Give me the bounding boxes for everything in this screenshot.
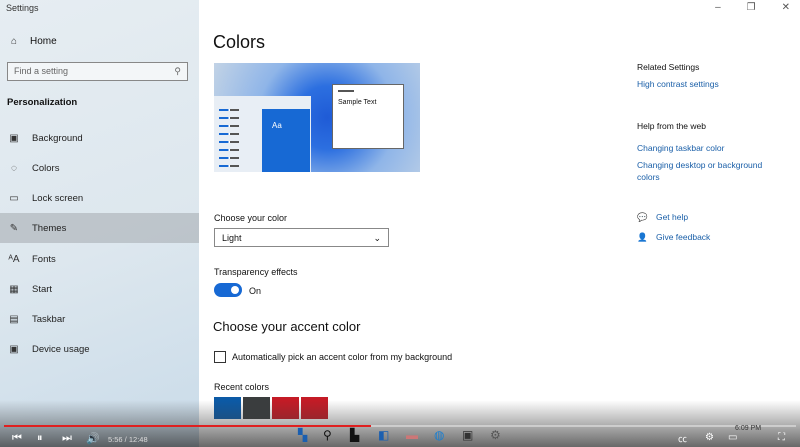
help-icon: 💬: [637, 212, 648, 222]
page-title: Colors: [213, 32, 266, 52]
get-help-link[interactable]: Get help: [656, 212, 688, 222]
high-contrast-link[interactable]: High contrast settings: [637, 79, 719, 89]
preview-tiles: Aa: [262, 109, 310, 172]
start-icon[interactable]: ▚: [298, 428, 307, 442]
sidebar-item-label: Colors: [32, 162, 60, 174]
next-icon[interactable]: ⏭: [62, 432, 72, 445]
task-view-icon[interactable]: ▙: [350, 428, 359, 442]
settings-icon[interactable]: ⚙: [490, 428, 501, 442]
home-label: Home: [30, 36, 57, 47]
search-taskbar-icon[interactable]: ⚲: [323, 428, 332, 442]
sidebar-item-label: Start: [32, 283, 53, 295]
image-icon: ▣: [9, 132, 19, 144]
volume-icon[interactable]: 🔊: [86, 432, 100, 445]
miniplayer-icon[interactable]: ▭: [728, 432, 737, 443]
store-icon[interactable]: ▣: [462, 428, 473, 442]
recent-colors-label: Recent colors: [214, 382, 270, 392]
home-nav[interactable]: ⌂ Home: [8, 36, 57, 47]
window-controls: – ❐ ✕: [715, 2, 790, 13]
help-link-taskbar[interactable]: Changing taskbar color: [637, 143, 724, 153]
get-help-row[interactable]: 💬 Get help: [637, 212, 688, 223]
auto-pick-checkbox[interactable]: [214, 351, 226, 363]
sidebar-item-label: Lock screen: [32, 192, 84, 204]
device-icon: ▣: [9, 343, 19, 355]
main-content: – ❐ ✕ Colors Aa Sample Text Choose your …: [199, 0, 800, 447]
video-progress-bar[interactable]: [4, 425, 796, 427]
sidebar-item-colors[interactable]: ◌ Colors: [0, 153, 199, 183]
home-icon: ⌂: [10, 36, 18, 47]
pause-icon[interactable]: ⏸: [37, 432, 43, 445]
transparency-label: Transparency effects: [214, 267, 298, 277]
toggle-state: On: [249, 286, 262, 296]
lock-screen-icon: ▭: [9, 192, 19, 204]
font-icon: ᴬA: [8, 253, 20, 265]
file-explorer-icon[interactable]: ▬: [406, 428, 418, 442]
sidebar-item-start[interactable]: ▦ Start: [0, 274, 199, 304]
palette-icon: ◌: [11, 162, 17, 174]
settings-gear-icon[interactable]: ⚙: [705, 432, 714, 443]
sidebar-item-label: Background: [32, 132, 83, 144]
restore-button[interactable]: ❐: [747, 2, 756, 13]
sidebar: Settings ⌂ Home Find a setting ⚲ Personali…: [0, 0, 199, 447]
start-icon: ▦: [9, 283, 19, 295]
feedback-icon: 👤: [637, 232, 648, 242]
sidebar-item-label: Device usage: [32, 343, 90, 355]
widgets-icon[interactable]: ◧: [378, 428, 389, 442]
app-title: Settings: [6, 3, 39, 13]
previous-icon[interactable]: ⏮: [12, 432, 22, 445]
related-heading: Related Settings: [637, 62, 700, 72]
feedback-row[interactable]: 👤 Give feedback: [637, 232, 710, 243]
sidebar-item-device-usage[interactable]: ▣ Device usage: [0, 334, 199, 364]
edge-icon[interactable]: ◍: [434, 428, 444, 442]
preview-list: [219, 109, 239, 172]
give-feedback-link[interactable]: Give feedback: [656, 232, 710, 242]
accent-heading: Choose your accent color: [213, 319, 361, 334]
search-input[interactable]: Find a setting ⚲: [7, 62, 188, 81]
help-heading: Help from the web: [637, 121, 706, 131]
chevron-down-icon: ⌄: [373, 233, 381, 243]
taskbar-icon: ▤: [9, 313, 19, 325]
theme-preview: Aa Sample Text: [214, 63, 420, 172]
video-time: 5:56 / 12:48: [108, 435, 148, 444]
minimize-button[interactable]: –: [715, 2, 721, 13]
section-heading: Personalization: [7, 97, 78, 108]
sidebar-item-label: Taskbar: [32, 313, 66, 325]
search-icon: ⚲: [174, 66, 181, 76]
video-progress-fill: [4, 425, 372, 427]
close-button[interactable]: ✕: [782, 2, 790, 13]
sidebar-item-taskbar[interactable]: ▤ Taskbar: [0, 304, 199, 334]
dropdown-value: Light: [222, 233, 242, 243]
sidebar-item-label: Fonts: [32, 253, 56, 265]
sidebar-item-lock-screen[interactable]: ▭ Lock screen: [0, 183, 199, 213]
brush-icon: ✎: [9, 222, 19, 234]
fullscreen-icon[interactable]: ⛶: [778, 432, 785, 443]
help-link-desktop[interactable]: Changing desktop or background colors: [637, 159, 787, 183]
sidebar-item-fonts[interactable]: ᴬA Fonts: [0, 244, 199, 274]
sidebar-item-label: Themes: [32, 222, 67, 234]
sidebar-item-themes[interactable]: ✎ Themes: [0, 213, 199, 243]
preview-sample-card: Sample Text: [332, 84, 404, 149]
clock: 6:09 PM: [735, 425, 762, 432]
search-placeholder: Find a setting: [14, 66, 69, 76]
auto-pick-label: Automatically pick an accent color from …: [232, 352, 453, 362]
sidebar-item-background[interactable]: ▣ Background: [0, 123, 199, 153]
transparency-toggle[interactable]: [214, 283, 242, 297]
captions-icon[interactable]: ㏄: [678, 432, 687, 445]
choose-color-label: Choose your color: [214, 213, 288, 223]
choose-color-dropdown[interactable]: Light ⌄: [214, 228, 389, 247]
